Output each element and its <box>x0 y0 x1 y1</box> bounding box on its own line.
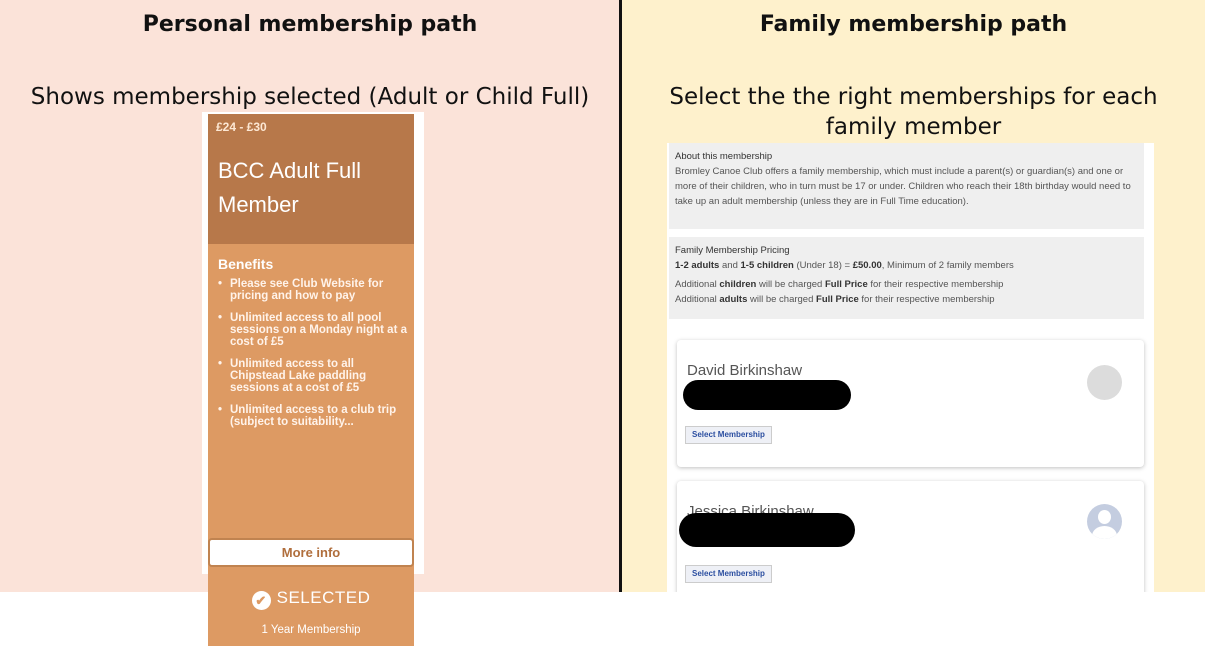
more-info-button[interactable]: More info <box>208 538 414 567</box>
family-membership-screen: About this membership Bromley Canoe Club… <box>667 143 1154 592</box>
personal-path-panel: Personal membership path Shows membershi… <box>0 0 620 646</box>
pricing-and: and <box>719 260 741 271</box>
select-membership-button[interactable]: Select Membership <box>685 426 772 444</box>
redaction-mark <box>679 513 855 547</box>
pricing-text: for their respective membership <box>867 279 1004 290</box>
benefits-list: Please see Club Website for pricing and … <box>216 278 408 438</box>
membership-card-header: £24 - £30 BCC Adult Full Member <box>208 114 414 244</box>
pricing-text: will be charged <box>747 294 817 305</box>
selected-label: SELECTED <box>276 588 371 607</box>
benefit-item: Unlimited access to all Chipstead Lake p… <box>216 358 408 394</box>
membership-duration: 1 Year Membership <box>261 624 361 636</box>
pricing-children: 1-5 children <box>740 260 794 271</box>
member-name: David Birkinshaw <box>687 362 803 379</box>
pricing-line-2: Additional children will be charged Full… <box>675 277 1138 292</box>
family-member-card: Jessica Birkinshaw Select Membership <box>677 481 1144 592</box>
avatar-head <box>1098 510 1111 524</box>
avatar-body <box>1092 526 1117 539</box>
pricing-text: Additional <box>675 279 720 290</box>
family-path-panel: Family membership path Select the the ri… <box>622 0 1205 592</box>
membership-name: BCC Adult Full Member <box>218 158 362 217</box>
family-member-card: David Birkinshaw Select Membership <box>677 340 1144 467</box>
personal-path-title: Personal membership path <box>142 12 478 37</box>
avatar-icon <box>1087 504 1122 539</box>
benefit-item: Unlimited access to all pool sessions on… <box>216 312 408 348</box>
family-path-title: Family membership path <box>759 12 1068 37</box>
pricing-bold: children <box>719 279 757 290</box>
about-membership-title: About this membership <box>675 151 773 162</box>
pricing-adults: 1-2 adults <box>675 260 720 271</box>
avatar-icon <box>1087 365 1122 400</box>
selected-status: ✔ SELECTED <box>208 588 414 610</box>
membership-price: £24 - £30 <box>216 120 267 134</box>
pricing-minimum: , Minimum of 2 family members <box>881 260 1014 271</box>
family-path-subtitle: Select the the right memberships for eac… <box>669 84 1158 140</box>
personal-path-subtitle: Shows membership selected (Adult or Chil… <box>30 84 590 110</box>
pricing-text: will be charged <box>756 279 825 290</box>
pricing-text: for their respective membership <box>858 294 995 305</box>
pricing-line-3: Additional adults will be charged Full P… <box>675 292 1138 307</box>
pricing-line-1: 1-2 adults and 1-5 children (Under 18) =… <box>675 258 1138 273</box>
benefit-item: Unlimited access to a club trip (subject… <box>216 404 408 428</box>
about-membership-box: About this membership Bromley Canoe Club… <box>669 143 1144 229</box>
pricing-under: (Under 18) = <box>793 260 853 271</box>
membership-card-body: Benefits Please see Club Website for pri… <box>208 244 414 646</box>
pricing-bold: Full Price <box>816 294 859 305</box>
pricing-box: Family Membership Pricing 1-2 adults and… <box>669 237 1144 319</box>
select-membership-button[interactable]: Select Membership <box>685 565 772 583</box>
check-circle-icon: ✔ <box>251 591 271 610</box>
benefits-title: Benefits <box>218 256 274 272</box>
benefit-item: Please see Club Website for pricing and … <box>216 278 408 302</box>
pricing-price: £50.00 <box>852 260 882 271</box>
membership-card: £24 - £30 BCC Adult Full Member Benefits… <box>202 112 424 646</box>
redaction-mark <box>683 380 851 410</box>
pricing-text: Additional <box>675 294 720 305</box>
pricing-title: Family Membership Pricing <box>675 245 790 256</box>
pricing-bold: Full Price <box>824 279 868 290</box>
about-membership-text: Bromley Canoe Club offers a family membe… <box>675 166 1131 207</box>
pricing-bold: adults <box>719 294 748 305</box>
